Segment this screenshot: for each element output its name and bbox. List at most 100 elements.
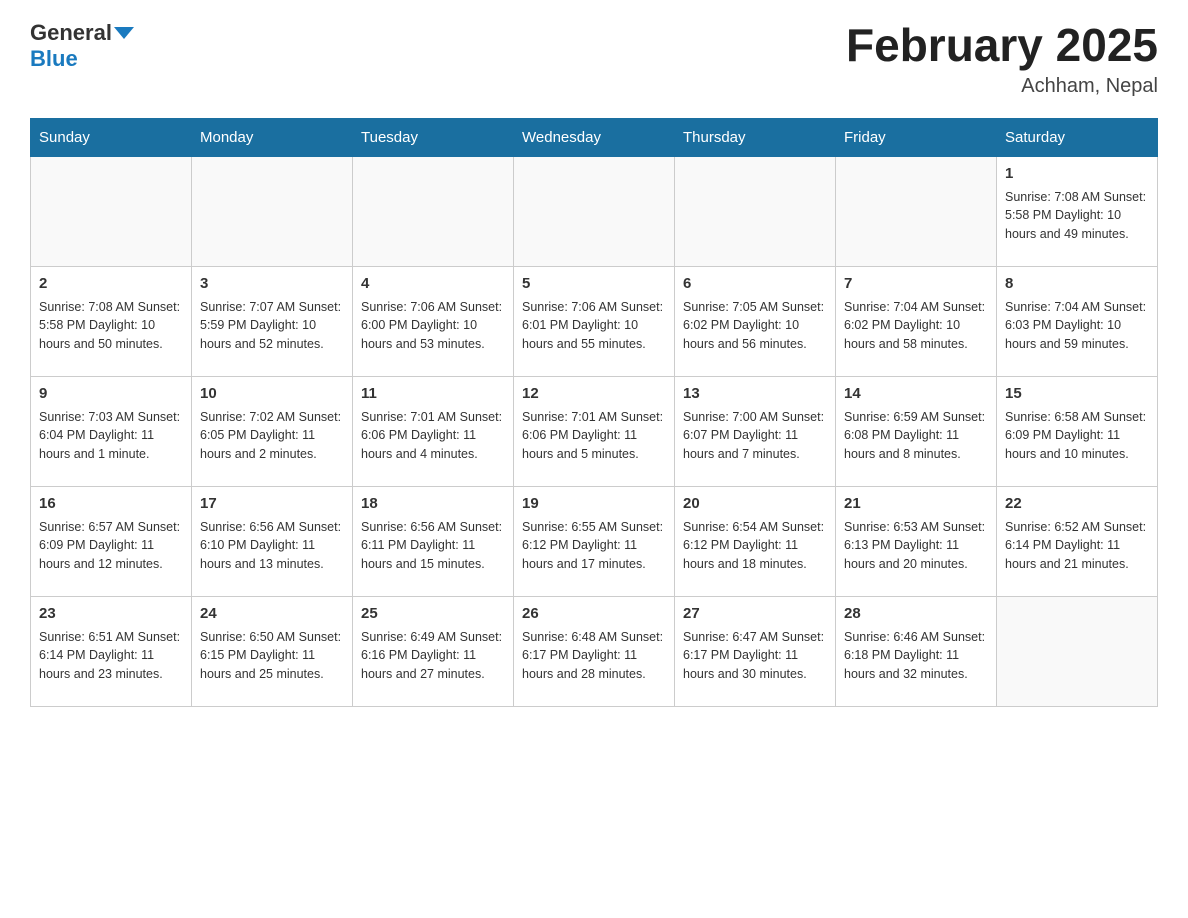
calendar-day-cell: 20 Sunrise: 6:54 AM Sunset: 6:12 PM Dayli… (675, 486, 836, 596)
calendar-title: February 2025 (846, 20, 1158, 71)
calendar-body: 1 Sunrise: 7:08 AM Sunset: 5:58 PM Daylig… (31, 156, 1158, 706)
calendar-header: SundayMondayTuesdayWednesdayThursdayFrid… (31, 118, 1158, 156)
calendar-day-cell: 22 Sunrise: 6:52 AM Sunset: 6:14 PM Dayli… (997, 486, 1158, 596)
calendar-day-cell: 8Sunrise: 7:04 AM Sunset: 6:03 PM Daylig… (997, 266, 1158, 376)
day-number: 11 (361, 383, 505, 404)
calendar-day-cell: 19 Sunrise: 6:55 AM Sunset: 6:12 PM Dayli… (514, 486, 675, 596)
day-info: Sunrise: 6:58 AM Sunset: 6:09 PM Dayligh… (1005, 408, 1149, 464)
calendar-day-cell (997, 596, 1158, 706)
day-info: Sunrise: 6:57 AM Sunset: 6:09 PM Dayligh… (39, 518, 183, 574)
day-number: 1 (1005, 163, 1149, 184)
day-info: Sunrise: 7:01 AM Sunset: 6:06 PM Dayligh… (361, 408, 505, 464)
calendar-day-cell: 23 Sunrise: 6:51 AM Sunset: 6:14 PM Dayli… (31, 596, 192, 706)
calendar-day-cell: 4Sunrise: 7:06 AM Sunset: 6:00 PM Daylig… (353, 266, 514, 376)
calendar-day-cell (836, 156, 997, 266)
calendar-week-row: 1 Sunrise: 7:08 AM Sunset: 5:58 PM Daylig… (31, 156, 1158, 266)
calendar-day-cell (675, 156, 836, 266)
day-info: Sunrise: 7:07 AM Sunset: 5:59 PM Dayligh… (200, 298, 344, 354)
day-info: Sunrise: 7:05 AM Sunset: 6:02 PM Dayligh… (683, 298, 827, 354)
day-info: Sunrise: 6:54 AM Sunset: 6:12 PM Dayligh… (683, 518, 827, 574)
calendar-day-cell (353, 156, 514, 266)
calendar-day-cell: 5Sunrise: 7:06 AM Sunset: 6:01 PM Daylig… (514, 266, 675, 376)
calendar-day-cell: 7Sunrise: 7:04 AM Sunset: 6:02 PM Daylig… (836, 266, 997, 376)
calendar-day-cell: 18Sunrise: 6:56 AM Sunset: 6:11 PM Dayli… (353, 486, 514, 596)
calendar-week-row: 23 Sunrise: 6:51 AM Sunset: 6:14 PM Dayli… (31, 596, 1158, 706)
day-info: Sunrise: 6:49 AM Sunset: 6:16 PM Dayligh… (361, 628, 505, 684)
day-info: Sunrise: 7:01 AM Sunset: 6:06 PM Dayligh… (522, 408, 666, 464)
calendar-day-cell: 2 Sunrise: 7:08 AM Sunset: 5:58 PM Daylig… (31, 266, 192, 376)
day-info: Sunrise: 7:04 AM Sunset: 6:02 PM Dayligh… (844, 298, 988, 354)
day-number: 14 (844, 383, 988, 404)
day-info: Sunrise: 7:03 AM Sunset: 6:04 PM Dayligh… (39, 408, 183, 464)
day-info: Sunrise: 6:56 AM Sunset: 6:10 PM Dayligh… (200, 518, 344, 574)
day-number: 2 (39, 273, 183, 294)
days-of-week-row: SundayMondayTuesdayWednesdayThursdayFrid… (31, 118, 1158, 156)
day-number: 19 (522, 493, 666, 514)
day-number: 28 (844, 603, 988, 624)
calendar-day-cell: 14 Sunrise: 6:59 AM Sunset: 6:08 PM Dayli… (836, 376, 997, 486)
day-number: 22 (1005, 493, 1149, 514)
calendar-day-cell: 27 Sunrise: 6:47 AM Sunset: 6:17 PM Dayli… (675, 596, 836, 706)
day-of-week-header: Saturday (997, 118, 1158, 156)
day-number: 20 (683, 493, 827, 514)
day-info: Sunrise: 6:59 AM Sunset: 6:08 PM Dayligh… (844, 408, 988, 464)
calendar-day-cell: 10 Sunrise: 7:02 AM Sunset: 6:05 PM Dayli… (192, 376, 353, 486)
day-number: 3 (200, 273, 344, 294)
page-header: General Blue February 2025 Achham, Nepal (30, 20, 1158, 98)
calendar-week-row: 9 Sunrise: 7:03 AM Sunset: 6:04 PM Daylig… (31, 376, 1158, 486)
calendar-table: SundayMondayTuesdayWednesdayThursdayFrid… (30, 118, 1158, 707)
day-number: 16 (39, 493, 183, 514)
day-info: Sunrise: 7:02 AM Sunset: 6:05 PM Dayligh… (200, 408, 344, 464)
day-info: Sunrise: 7:06 AM Sunset: 6:00 PM Dayligh… (361, 298, 505, 354)
day-of-week-header: Friday (836, 118, 997, 156)
calendar-day-cell: 24 Sunrise: 6:50 AM Sunset: 6:15 PM Dayli… (192, 596, 353, 706)
day-number: 6 (683, 273, 827, 294)
day-number: 15 (1005, 383, 1149, 404)
day-number: 17 (200, 493, 344, 514)
logo-triangle-icon (114, 27, 134, 39)
day-info: Sunrise: 6:55 AM Sunset: 6:12 PM Dayligh… (522, 518, 666, 574)
day-number: 25 (361, 603, 505, 624)
day-number: 8 (1005, 273, 1149, 294)
calendar-day-cell: 1 Sunrise: 7:08 AM Sunset: 5:58 PM Daylig… (997, 156, 1158, 266)
day-info: Sunrise: 6:46 AM Sunset: 6:18 PM Dayligh… (844, 628, 988, 684)
logo: General Blue (30, 20, 134, 72)
day-number: 24 (200, 603, 344, 624)
calendar-day-cell: 26 Sunrise: 6:48 AM Sunset: 6:17 PM Dayli… (514, 596, 675, 706)
day-number: 10 (200, 383, 344, 404)
calendar-day-cell: 3 Sunrise: 7:07 AM Sunset: 5:59 PM Daylig… (192, 266, 353, 376)
day-info: Sunrise: 6:52 AM Sunset: 6:14 PM Dayligh… (1005, 518, 1149, 574)
calendar-day-cell: 11 Sunrise: 7:01 AM Sunset: 6:06 PM Dayli… (353, 376, 514, 486)
day-info: Sunrise: 6:50 AM Sunset: 6:15 PM Dayligh… (200, 628, 344, 684)
calendar-day-cell: 25 Sunrise: 6:49 AM Sunset: 6:16 PM Dayli… (353, 596, 514, 706)
day-number: 27 (683, 603, 827, 624)
day-info: Sunrise: 6:56 AM Sunset: 6:11 PM Dayligh… (361, 518, 505, 574)
day-of-week-header: Wednesday (514, 118, 675, 156)
day-info: Sunrise: 6:53 AM Sunset: 6:13 PM Dayligh… (844, 518, 988, 574)
calendar-day-cell: 28 Sunrise: 6:46 AM Sunset: 6:18 PM Dayli… (836, 596, 997, 706)
day-number: 23 (39, 603, 183, 624)
calendar-day-cell (31, 156, 192, 266)
day-info: Sunrise: 6:51 AM Sunset: 6:14 PM Dayligh… (39, 628, 183, 684)
day-of-week-header: Tuesday (353, 118, 514, 156)
day-of-week-header: Thursday (675, 118, 836, 156)
day-number: 9 (39, 383, 183, 404)
calendar-day-cell: 12 Sunrise: 7:01 AM Sunset: 6:06 PM Dayli… (514, 376, 675, 486)
day-of-week-header: Sunday (31, 118, 192, 156)
day-info: Sunrise: 7:06 AM Sunset: 6:01 PM Dayligh… (522, 298, 666, 354)
day-info: Sunrise: 7:08 AM Sunset: 5:58 PM Dayligh… (1005, 188, 1149, 244)
day-of-week-header: Monday (192, 118, 353, 156)
day-info: Sunrise: 7:08 AM Sunset: 5:58 PM Dayligh… (39, 298, 183, 354)
calendar-day-cell: 13Sunrise: 7:00 AM Sunset: 6:07 PM Dayli… (675, 376, 836, 486)
day-number: 12 (522, 383, 666, 404)
logo-blue-text: Blue (30, 46, 78, 72)
calendar-day-cell (514, 156, 675, 266)
day-number: 26 (522, 603, 666, 624)
day-info: Sunrise: 6:48 AM Sunset: 6:17 PM Dayligh… (522, 628, 666, 684)
calendar-day-cell: 21Sunrise: 6:53 AM Sunset: 6:13 PM Dayli… (836, 486, 997, 596)
calendar-day-cell: 9 Sunrise: 7:03 AM Sunset: 6:04 PM Daylig… (31, 376, 192, 486)
day-info: Sunrise: 6:47 AM Sunset: 6:17 PM Dayligh… (683, 628, 827, 684)
logo-general-text: General (30, 20, 112, 46)
title-block: February 2025 Achham, Nepal (846, 20, 1158, 98)
calendar-week-row: 2 Sunrise: 7:08 AM Sunset: 5:58 PM Daylig… (31, 266, 1158, 376)
